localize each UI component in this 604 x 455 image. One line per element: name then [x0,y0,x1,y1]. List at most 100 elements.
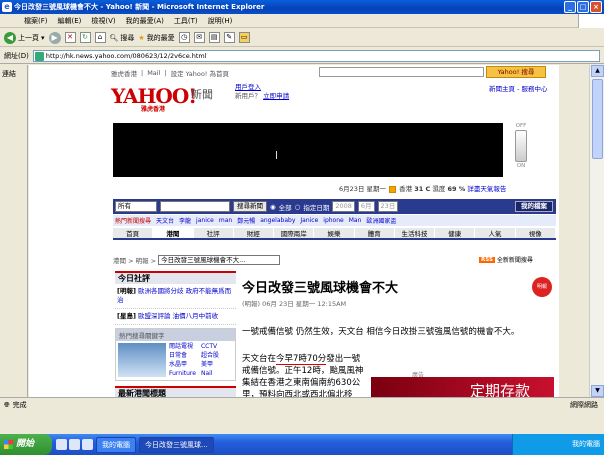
tab-home[interactable]: 首頁 [113,228,154,238]
tab-popular[interactable]: 人氣 [475,228,516,238]
yahoo-logo[interactable]: YAHOO! 雅虎香港 [111,84,197,113]
search-button[interactable]: 🔍︎ 搜尋 [110,33,135,43]
my-folder-button[interactable]: 我的檔案 [515,201,553,212]
hot-keyword[interactable]: Furniture [169,370,196,378]
ie-quick-icon[interactable] [69,439,80,450]
hot-term[interactable]: 天文台 [156,216,174,225]
scroll-up-icon[interactable]: ▲ [591,65,604,77]
radio-all[interactable]: ◉ [270,203,276,211]
links-label[interactable]: 連結 [2,70,16,78]
editorial-item[interactable]: [星島] 歐盟深評論 油價八月中前收 [115,309,236,325]
tab-lifestyle[interactable]: 生活科技 [395,228,436,238]
task-my-computer[interactable]: 我的電腦 [96,436,136,453]
ie-icon: e [2,2,12,12]
edit-icon[interactable]: ✎ [223,32,235,43]
hot-term[interactable]: angelababy [260,217,295,224]
web-page: 雅虎香港 | Mail | 設定 Yahoo! 為首頁 Yahoo! 搜尋 YAHO… [109,65,559,397]
hot-keyword[interactable]: 閱話電視 [169,343,196,351]
day-select[interactable]: 23日 [377,201,399,212]
hot-term[interactable]: iphone [323,217,343,224]
mail-icon[interactable]: ✉ [193,32,205,43]
desktop-icon[interactable] [56,439,67,450]
hot-keywords-image[interactable] [118,343,166,377]
refresh-icon[interactable]: ↻ [79,32,91,43]
toplink-homepage[interactable]: 設定 Yahoo! 為首頁 [171,68,229,78]
print-icon[interactable]: ▤ [208,32,220,43]
radio-date[interactable]: ○ [295,203,301,211]
menu-favorites[interactable]: 我的最愛(A) [126,16,164,26]
tab-entertainment[interactable]: 娛樂 [314,228,355,238]
yahoo-search-input[interactable] [319,67,484,77]
tab-local[interactable]: 港聞 [153,228,194,238]
news-search-button[interactable]: 搜尋新聞 [233,201,267,212]
menu-edit[interactable]: 編輯(E) [58,16,82,26]
header-links[interactable]: 新聞主頁 - 服務中心 [489,83,547,93]
toplink-yahoo-hk[interactable]: 雅虎香港 [111,68,137,78]
hot-term[interactable]: Janice [300,217,318,224]
tab-editorial[interactable]: 社評 [194,228,234,238]
yahoo-search-button[interactable]: Yahoo! 搜尋 [486,66,546,78]
bank-ad[interactable]: 定期存款 [371,377,554,397]
scroll-down-icon[interactable]: ▼ [591,385,604,397]
weather-bar: 6月23日 星期一 香港 31 C 濕度 69 % 詳盡天氣報告 [339,185,507,193]
editorial-item[interactable]: [明報] 歐洲各國將分歧 政府不能無爲而治 [115,284,236,309]
register-link[interactable]: 立即申請 [263,92,289,100]
hot-keyword[interactable]: 美甲 [201,361,219,369]
minimize-button[interactable]: _ [564,1,576,13]
menu-tools[interactable]: 工具(T) [174,16,198,26]
close-button[interactable]: × [590,1,602,13]
menu-view[interactable]: 檢視(V) [91,16,115,26]
month-select[interactable]: 6月 [357,201,375,212]
toplink-mail[interactable]: Mail [147,69,160,77]
article-select[interactable]: 今日改發三號風球機會不大... [158,255,281,265]
left-column: 今日社評 [明報] 歐洲各國將分歧 政府不能無爲而治 [星島] 歐盟深評論 油價… [115,271,236,397]
tab-video[interactable]: 視像 [516,228,556,238]
rss-link[interactable]: RSS 全新新聞搜尋 [479,255,533,264]
hot-term[interactable]: janice [196,217,214,224]
folder-icon[interactable]: ▭ [238,32,250,43]
favorites-button[interactable]: ★ 我的最愛 [138,33,174,43]
tab-international[interactable]: 國際兩岸 [274,228,315,238]
forward-button[interactable]: ▶ [48,31,61,44]
article: 今日改發三號風球機會不大 (明報) 06月 23日 星期一 12:15AM 明報… [242,277,552,338]
hot-keyword[interactable]: 水晶甲 [169,361,196,369]
article-title: 今日改發三號風球機會不大 [242,281,399,296]
page-left-margin [29,65,109,397]
vertical-scrollbar[interactable]: ▲ ▼ [589,65,604,397]
menu-file[interactable]: 檔案(F) [24,16,48,26]
forecast-link[interactable]: 詳盡天氣報告 [467,185,506,193]
hot-term[interactable]: 李龍 [179,216,191,225]
tab-finance[interactable]: 財經 [234,228,275,238]
hot-term[interactable]: man [219,217,232,224]
news-search-input[interactable] [160,201,230,212]
banner-ad[interactable] [113,123,503,177]
media-icon[interactable] [82,439,93,450]
address-input[interactable]: http://hk.news.yahoo.com/080623/12/2v6ce… [32,49,600,62]
scope-select[interactable]: 所有 [115,201,157,212]
task-browser[interactable]: 今日改發三號風球... [139,436,214,453]
maximize-button[interactable]: □ [577,1,589,13]
zone-text: 網際網路 [570,401,598,409]
editorial-title: 今日社評 [115,271,236,284]
back-button[interactable]: ◀ 上一頁 ▾ [4,31,45,44]
login-link[interactable]: 用戶登入 [235,83,261,91]
hot-term[interactable]: 歐洲國家盃 [366,216,396,225]
tab-sports[interactable]: 體育 [355,228,395,238]
history-icon[interactable]: ◷ [178,32,190,43]
ad-switch[interactable]: OFF ON [513,123,529,177]
toolbar: ◀ 上一頁 ▾ ▶ ✕ ↻ ⌂ 🔍︎ 搜尋 ★ 我的最愛 ◷ ✉ ▤ ✎ ▭ [0,29,604,47]
stop-icon[interactable]: ✕ [64,32,76,43]
tab-health[interactable]: 健康 [435,228,476,238]
menu-help[interactable]: 說明(H) [208,16,233,26]
home-icon[interactable]: ⌂ [94,32,106,43]
hot-keyword[interactable]: 日常會 [169,352,196,360]
hot-keyword[interactable]: 超合股 [201,352,219,360]
hot-term[interactable]: Man [349,217,362,224]
scroll-thumb[interactable] [592,79,603,159]
start-button[interactable]: 開始 [0,434,52,455]
hot-keyword[interactable]: Nail [201,370,219,378]
switch-toggle[interactable] [515,130,527,162]
hot-keyword[interactable]: CCTV [201,343,219,351]
year-select[interactable]: 2008 [332,201,355,212]
hot-term[interactable]: 鄭元暢 [237,216,255,225]
